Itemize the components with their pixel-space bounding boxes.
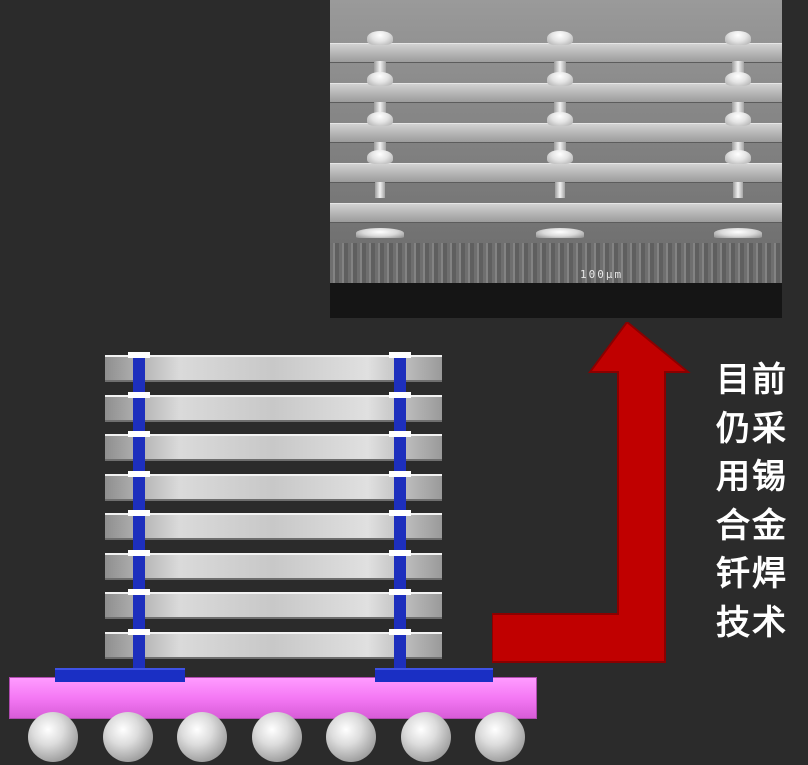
micro-bump-joint	[128, 470, 150, 477]
micro-bump-joint	[128, 589, 150, 595]
die-layer	[105, 592, 442, 619]
die-layer	[105, 355, 442, 382]
sem-solder-bump	[725, 112, 751, 126]
caption-line: 合金	[716, 505, 788, 546]
die-layer	[105, 394, 442, 422]
micro-bump-joint	[389, 352, 411, 358]
sem-copper-post	[733, 182, 743, 198]
micro-bump-joint	[389, 510, 411, 516]
die-layer	[105, 631, 442, 659]
solder-ball	[177, 712, 227, 762]
bond-pad-right	[375, 668, 493, 682]
micro-bump-joint	[389, 589, 411, 595]
micro-bump-joint	[128, 352, 150, 358]
micro-bump-joint	[128, 628, 150, 635]
sem-scale-label: 100μm	[580, 268, 624, 281]
solder-ball	[251, 712, 302, 762]
sem-solder-bump	[725, 31, 751, 45]
die-layer	[105, 473, 442, 501]
caption-line: 仍采	[716, 408, 788, 449]
micro-bump-joint	[389, 470, 411, 477]
solder-ball	[400, 712, 451, 762]
arrow-shape	[492, 322, 691, 663]
micro-bump-joint	[128, 391, 150, 398]
micro-bump-joint	[389, 549, 411, 556]
micro-bump-joint	[128, 431, 150, 437]
micro-bump-joint	[389, 431, 411, 437]
die-layer	[105, 552, 442, 580]
stacked-die-package	[0, 0, 560, 765]
die-layer	[105, 434, 442, 461]
sem-solder-bump	[725, 150, 751, 164]
micro-bump-joint	[128, 510, 150, 516]
solder-ball	[28, 712, 78, 762]
sem-solder-bump	[725, 72, 751, 86]
sem-base-bump	[714, 228, 762, 238]
caption-text: 目前 仍采 用锡 合金 钎焊 技术	[716, 356, 804, 647]
micro-bump-joint	[389, 628, 411, 635]
solder-ball	[102, 712, 153, 762]
caption-line: 钎焊	[716, 554, 788, 594]
caption-line: 技术	[716, 602, 788, 643]
caption-line: 用锡	[716, 457, 788, 497]
die-layer	[105, 513, 442, 540]
bond-pad-left	[55, 668, 185, 682]
red-arrow	[492, 322, 691, 663]
solder-ball	[326, 712, 376, 762]
solder-ball	[475, 712, 525, 762]
micro-bump-joint	[389, 391, 411, 398]
micro-bump-joint	[128, 549, 150, 556]
caption-line: 目前	[716, 360, 788, 400]
